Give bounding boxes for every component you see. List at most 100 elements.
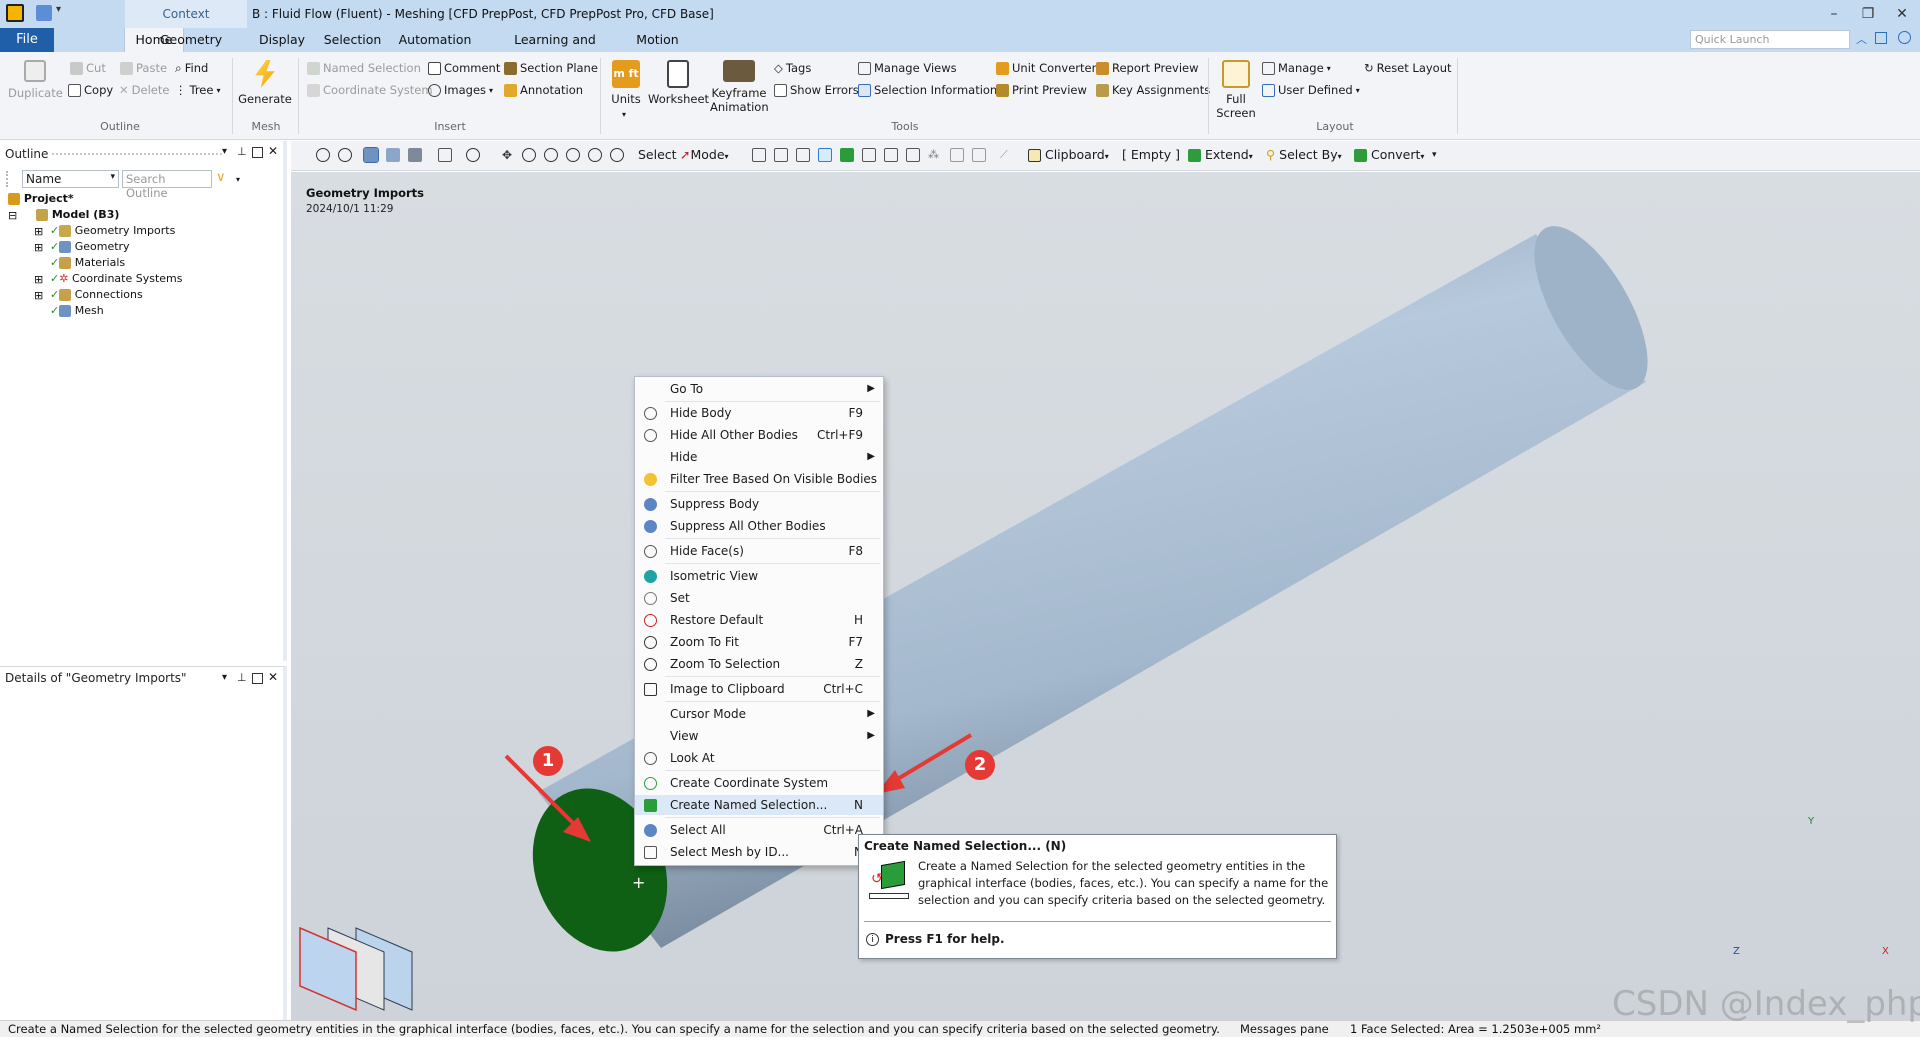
report-preview-button[interactable]: Report Preview	[1096, 59, 1199, 77]
save-icon[interactable]	[36, 5, 52, 21]
zoom-icon[interactable]	[522, 148, 536, 162]
view-wireframe-icon[interactable]	[408, 148, 422, 162]
tab-motion[interactable]: Motion	[630, 28, 685, 52]
annotation-button[interactable]: Annotation	[504, 81, 583, 99]
zoom-fit-icon[interactable]	[566, 148, 580, 162]
worksheet-button[interactable]: Worksheet	[648, 60, 709, 106]
menu-item-image-to-clipboard[interactable]: Image to Clipboard Ctrl+C	[635, 679, 883, 699]
zoom-out-icon[interactable]	[338, 148, 352, 162]
manage-views-button[interactable]: Manage Views	[858, 59, 957, 77]
menu-item-filter-tree[interactable]: Filter Tree Based On Visible Bodies	[635, 469, 883, 489]
section-plane-button[interactable]: Section Plane	[504, 59, 598, 77]
menu-item-cursor-mode[interactable]: Cursor Mode ▶	[635, 704, 883, 724]
tab-selection[interactable]: Selection	[320, 28, 385, 52]
menu-item-set[interactable]: Set	[635, 588, 883, 608]
select-face-icon[interactable]	[796, 148, 810, 162]
label-icon[interactable]	[972, 148, 986, 162]
select-element-face-icon[interactable]	[906, 148, 920, 162]
menu-item-select-mesh-by-id[interactable]: Select Mesh by ID...N	[635, 842, 883, 862]
tab-display[interactable]: Display	[252, 28, 312, 52]
expand-toggle-icon[interactable]: ⊞	[34, 272, 43, 288]
menu-item-select-all[interactable]: Select All Ctrl+A	[635, 820, 883, 840]
select-vertex-icon[interactable]	[752, 148, 766, 162]
menu-item-suppress-body[interactable]: Suppress Body	[635, 494, 883, 514]
print-preview-button[interactable]: Print Preview	[996, 81, 1087, 99]
tree-item-project[interactable]: Project*	[8, 191, 74, 207]
mode-button[interactable]: ➚Mode▾	[680, 147, 729, 163]
menu-item-hide-faces[interactable]: Hide Face(s) F8	[635, 541, 883, 561]
manage-button[interactable]: Manage ▾	[1262, 59, 1331, 77]
context-tab[interactable]: Context	[125, 0, 247, 28]
duplicate-button[interactable]: Duplicate	[8, 60, 63, 100]
tree-item-geometry[interactable]: ✓ Geometry	[50, 239, 130, 255]
expand-toggle-icon[interactable]: ⊞	[34, 288, 43, 304]
menu-item-suppress-all-other-bodies[interactable]: Suppress All Other Bodies	[635, 516, 883, 536]
coordinate-system-button[interactable]: Coordinate System	[307, 81, 433, 99]
maximize-pane-icon[interactable]	[252, 673, 263, 684]
convert-button[interactable]: Convert▾	[1354, 147, 1424, 163]
view-solid-icon[interactable]	[363, 147, 379, 163]
edge-display-icon[interactable]	[438, 148, 452, 162]
filter-funnel-icon[interactable]: ∨	[216, 170, 226, 185]
menu-item-look-at[interactable]: Look At	[635, 748, 883, 768]
menu-item-isometric-view[interactable]: Isometric View	[635, 566, 883, 586]
keyframe-animation-button[interactable]: Keyframe Animation	[710, 60, 769, 114]
clipboard-button[interactable]: Clipboard▾	[1028, 147, 1109, 163]
help-icon[interactable]	[1898, 31, 1911, 44]
tree-item-geometry-imports[interactable]: ✓ Geometry Imports	[50, 223, 175, 239]
close-pane-icon[interactable]: ✕	[268, 144, 278, 158]
tab-geometry-imports[interactable]: Geometry Imports	[136, 28, 246, 71]
menu-item-hide-body[interactable]: Hide Body F9	[635, 403, 883, 423]
menu-item-hide[interactable]: Hide ▶	[635, 447, 883, 467]
units-button[interactable]: m ft Units	[606, 60, 646, 106]
tags-button[interactable]: ◇ Tags	[774, 59, 811, 77]
feedback-icon[interactable]	[1875, 32, 1887, 44]
tree-item-model[interactable]: Model (B3)	[36, 207, 119, 223]
tree-button[interactable]: ⋮ Tree ▾	[175, 81, 220, 99]
copy-button[interactable]: Copy	[68, 81, 113, 99]
extend-button[interactable]: Extend▾	[1188, 147, 1253, 163]
find-button[interactable]: ⌕ Find	[175, 59, 208, 77]
maximize-pane-icon[interactable]	[252, 147, 263, 158]
comment-button[interactable]: Comment	[428, 59, 500, 77]
select-element-icon[interactable]	[840, 148, 854, 162]
probe-icon[interactable]	[950, 148, 964, 162]
file-tab[interactable]: File	[0, 28, 54, 52]
quick-launch-input[interactable]: Quick Launch	[1690, 30, 1850, 49]
images-button[interactable]: Images ▾	[428, 81, 493, 99]
pane-dropdown-icon[interactable]: ▾	[222, 146, 227, 157]
select-edge-icon[interactable]	[774, 148, 788, 162]
quick-access-dropdown-icon[interactable]: ▾	[56, 4, 61, 15]
rotate-icon[interactable]	[466, 148, 480, 162]
pin-icon[interactable]: ⊥	[237, 671, 247, 684]
expand-toggle-icon[interactable]: ⊞	[34, 224, 43, 240]
messages-pane-toggle[interactable]: Messages pane	[1240, 1021, 1329, 1037]
paste-button[interactable]: Paste	[120, 59, 167, 77]
menu-item-hide-all-other-bodies[interactable]: Hide All Other Bodies Ctrl+F9	[635, 425, 883, 445]
select-node-icon[interactable]	[862, 148, 876, 162]
tree-item-mesh[interactable]: ✓ Mesh	[50, 303, 104, 319]
menu-item-zoom-to-selection[interactable]: Zoom To Selection Z	[635, 654, 883, 674]
tab-learning-and-support[interactable]: Learning and Support	[490, 28, 620, 71]
tree-item-coordinate-systems[interactable]: ✓✲ Coordinate Systems	[50, 271, 183, 287]
pan-icon[interactable]: ✥	[500, 148, 514, 162]
close-pane-icon[interactable]: ✕	[268, 670, 278, 684]
chevron-down-icon[interactable]: ▾	[236, 175, 240, 184]
tree-item-connections[interactable]: ✓ Connections	[50, 287, 143, 303]
tree-item-materials[interactable]: ✓ Materials	[50, 255, 125, 271]
search-outline-input[interactable]: Search Outline	[122, 170, 212, 200]
expand-toggle-icon[interactable]: ⊞	[34, 240, 43, 256]
graph-icon[interactable]: ⟋	[1000, 148, 1014, 162]
reset-layout-button[interactable]: ↻ Reset Layout	[1364, 59, 1452, 77]
menu-item-create-coordinate-system[interactable]: Create Coordinate System	[635, 773, 883, 793]
menu-item-zoom-to-fit[interactable]: Zoom To Fit F7	[635, 632, 883, 652]
magnifier-icon[interactable]	[588, 148, 602, 162]
pick-icon[interactable]: ⁂	[928, 148, 942, 162]
generate-button[interactable]: Generate	[238, 60, 292, 106]
unit-converter-button[interactable]: Unit Converter	[996, 59, 1096, 77]
select-by-button[interactable]: ⚲ Select By▾	[1266, 147, 1342, 163]
chevron-down-icon[interactable]: ▾	[622, 110, 626, 119]
delete-button[interactable]: ✕ Delete	[119, 81, 169, 99]
tab-automation[interactable]: Automation	[395, 28, 475, 52]
filter-type-select[interactable]: Name ▾	[22, 170, 119, 188]
